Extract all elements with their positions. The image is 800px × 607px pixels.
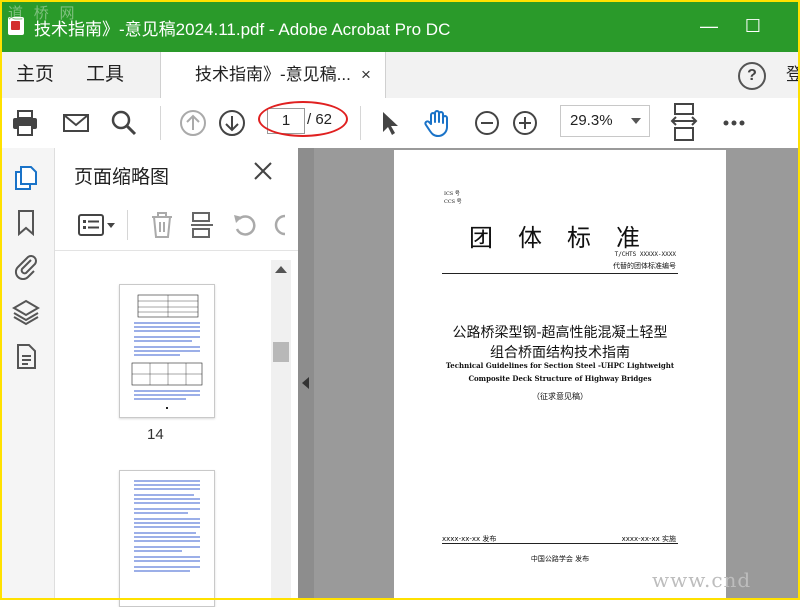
document-tab-label: 技术指南》-意见稿... (195, 65, 351, 84)
toolbar-divider (360, 106, 361, 140)
navigation-rail (0, 148, 55, 600)
help-icon[interactable]: ? (738, 62, 766, 90)
rotate-right-icon[interactable] (271, 211, 285, 239)
panel-collapse-handle[interactable] (298, 148, 314, 600)
draft-note: （征求意见稿） (532, 392, 588, 401)
delete-icon[interactable] (149, 211, 175, 239)
standard-heading: 团体标准 (469, 224, 665, 252)
close-tab-button[interactable]: × (361, 52, 371, 98)
watermark: www.cnd (652, 568, 752, 592)
print-icon[interactable] (10, 108, 40, 138)
english-title-line2: Composite Deck Structure of Highway Brid… (468, 374, 652, 383)
page-number-highlight (258, 101, 348, 137)
panel-title: 页面缩略图 (74, 167, 170, 188)
page-thumbnail[interactable] (119, 284, 215, 418)
select-cursor-icon[interactable] (375, 108, 405, 138)
thumbnail-options-icon[interactable] (77, 212, 117, 238)
fit-width-icon[interactable] (668, 102, 700, 142)
issuer: 中国公路学会 发布 (530, 555, 590, 563)
document-icon[interactable] (12, 342, 40, 370)
next-page-icon[interactable] (217, 108, 247, 138)
document-title-line2: 组合桥面结构技术指南 (490, 345, 630, 361)
sign-in-link[interactable]: 登 (786, 52, 800, 98)
zoom-out-icon[interactable] (472, 108, 502, 138)
ics-code: ICS 号 (444, 191, 460, 197)
rotate-left-icon[interactable] (231, 211, 259, 239)
bookmark-icon[interactable] (12, 208, 40, 236)
header-rule (442, 273, 678, 274)
pages-icon[interactable] (12, 164, 40, 192)
page-thumbnail[interactable] (119, 470, 215, 607)
minimize-button[interactable]: — (686, 8, 732, 44)
scrollbar-thumb[interactable] (273, 342, 289, 362)
thumbnail-toolbar (55, 200, 298, 251)
toolbar-divider (127, 210, 128, 240)
thumbnail-scrollbar[interactable] (271, 260, 291, 600)
page-thumbnails-panel: 页面缩略图 14 (55, 148, 298, 607)
toolbar-divider (160, 106, 161, 140)
hand-tool-icon[interactable] (422, 108, 452, 138)
document-viewport[interactable]: ICS 号 CCS 号 团体标准 T/CHTS XXXXX-XXXX 代替的团体… (298, 148, 800, 600)
toolbar: 1 / 62 29.3% (0, 98, 800, 149)
english-title-line1: Technical Guidelines for Section Steel -… (445, 361, 675, 370)
document-tab[interactable]: 技术指南》-意见稿... × (160, 52, 386, 99)
standard-number: T/CHTS XXXXX-XXXX (614, 251, 676, 258)
ccs-code: CCS 号 (444, 199, 462, 205)
email-icon[interactable] (61, 108, 91, 138)
title-bar: 道 桥 网 技术指南》-意见稿2024.11.pdf - Adobe Acrob… (0, 0, 800, 52)
more-tools-icon[interactable] (720, 108, 750, 138)
close-icon[interactable] (252, 160, 274, 182)
attachment-icon[interactable] (12, 252, 40, 280)
chevron-down-icon (631, 118, 641, 124)
replaced-standard-note: 代替的团体标准编号 (613, 262, 676, 270)
chevron-left-icon (302, 377, 309, 389)
search-icon[interactable] (109, 108, 139, 138)
zoom-level-value: 29.3% (570, 112, 613, 129)
insert-page-icon[interactable] (189, 211, 215, 239)
document-title-line1: 公路桥梁型钢-超高性能混凝土轻型 (452, 325, 668, 341)
zoom-in-icon[interactable] (510, 108, 540, 138)
zoom-level-dropdown[interactable]: 29.3% (560, 105, 650, 137)
thumbnail-page-number: 14 (147, 426, 164, 443)
window-title: 技术指南》-意见稿2024.11.pdf - Adobe Acrobat Pro… (34, 20, 451, 39)
scroll-up-icon[interactable] (275, 266, 287, 273)
menu-home[interactable]: 主页 (16, 52, 54, 98)
previous-page-icon[interactable] (178, 108, 208, 138)
menu-tools[interactable]: 工具 (86, 52, 124, 98)
pdf-page[interactable]: ICS 号 CCS 号 团体标准 T/CHTS XXXXX-XXXX 代替的团体… (394, 150, 726, 600)
maximize-button[interactable]: ☐ (730, 8, 776, 44)
menu-bar: 主页 工具 技术指南》-意见稿... × ? 登 (0, 52, 800, 99)
layers-icon[interactable] (12, 298, 40, 326)
footer-rule (442, 543, 678, 544)
